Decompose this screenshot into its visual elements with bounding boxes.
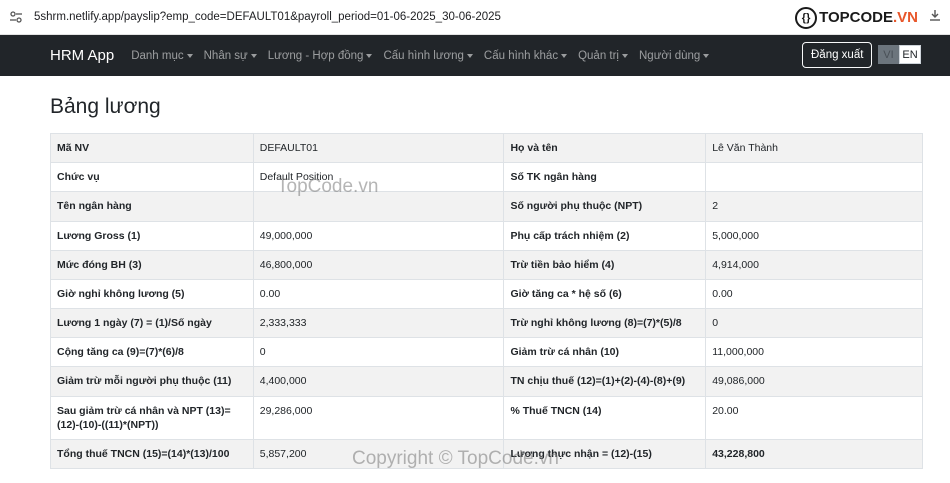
row-value: 43,228,800 bbox=[705, 438, 923, 470]
row-label: Trừ nghỉ không lương (8)=(7)*(5)/8 bbox=[503, 308, 707, 339]
row-label: Mã NV bbox=[50, 132, 254, 164]
row-value: 0.00 bbox=[252, 278, 505, 310]
row-value: 4,400,000 bbox=[252, 366, 505, 397]
row-label: Số người phụ thuộc (NPT) bbox=[503, 191, 707, 222]
caret-down-icon bbox=[186, 53, 193, 58]
caret-down-icon bbox=[561, 53, 568, 58]
row-label: Phụ cấp trách nhiệm (2) bbox=[503, 220, 707, 251]
table-row: Tổng thuế TNCN (15)=(14)*(13)/100 5,857,2… bbox=[50, 438, 923, 470]
nav-luong-hop-dong[interactable]: Lương - Hợp đồng bbox=[268, 50, 373, 62]
row-value bbox=[705, 162, 923, 193]
row-label: Sau giảm trừ cá nhân và NPT (13)=(12)-(1… bbox=[50, 395, 254, 440]
row-label: % Thuế TNCN (14) bbox=[503, 395, 707, 440]
nav-cau-hinh-khac[interactable]: Cấu hình khác bbox=[484, 50, 568, 62]
row-value: 46,800,000 bbox=[252, 249, 505, 280]
row-value: 29,286,000 bbox=[252, 395, 505, 440]
table-row: Lương 1 ngày (7) = (1)/Số ngày 2,333,333 T… bbox=[50, 308, 923, 339]
row-label: Cộng tăng ca (9)=(7)*(6)/8 bbox=[50, 337, 254, 368]
app-brand[interactable]: HRM App bbox=[50, 47, 114, 64]
row-value: 5,000,000 bbox=[705, 220, 923, 251]
table-row: Mức đóng BH (3) 46,800,000 Trừ tiền bảo hi… bbox=[50, 249, 923, 280]
row-label: Trừ tiền bảo hiểm (4) bbox=[503, 249, 707, 280]
nav-danh-muc[interactable]: Danh mục bbox=[131, 50, 193, 62]
row-label: Tổng thuế TNCN (15)=(14)*(13)/100 bbox=[50, 438, 254, 470]
row-label: Số TK ngân hàng bbox=[503, 162, 707, 193]
payslip-table: Mã NV DEFAULT01 Họ và tên Lê Văn Thành Chức … bbox=[50, 132, 923, 470]
topcode-logo-icon: {} bbox=[795, 6, 818, 29]
page-title: Bảng lương bbox=[50, 95, 161, 118]
caret-down-icon bbox=[250, 53, 257, 58]
table-row: Lương Gross (1) 49,000,000 Phụ cấp trách n… bbox=[50, 220, 923, 251]
url-text[interactable]: 5shrm.netlify.app/payslip?emp_code=DEFAU… bbox=[34, 11, 501, 23]
topcode-logo: {} TOPCODE.VN bbox=[795, 6, 918, 29]
row-label: Giảm trừ mỗi người phụ thuộc (11) bbox=[50, 366, 254, 397]
row-label: TN chịu thuế (12)=(1)+(2)-(4)-(8)+(9) bbox=[503, 366, 707, 397]
row-value: DEFAULT01 bbox=[252, 132, 505, 164]
caret-down-icon bbox=[622, 53, 628, 58]
topcode-logo-text: TOPCODE.VN bbox=[819, 9, 918, 26]
nav-nguoi-dung[interactable]: Người dùng bbox=[639, 50, 710, 62]
table-row: Sau giảm trừ cá nhân và NPT (13)=(12)-(1… bbox=[50, 395, 923, 440]
table-row: Tên ngân hàng Số người phụ thuộc (NPT) 2 bbox=[50, 191, 923, 222]
row-label: Lương Gross (1) bbox=[50, 220, 254, 251]
nav-quan-tri[interactable]: Quản trị bbox=[578, 50, 628, 62]
row-label: Tên ngân hàng bbox=[50, 191, 254, 222]
row-value: 11,000,000 bbox=[705, 337, 923, 368]
caret-down-icon bbox=[703, 53, 710, 58]
caret-down-icon bbox=[466, 53, 473, 58]
row-value: 20.00 bbox=[705, 395, 923, 440]
caret-down-icon bbox=[366, 53, 373, 58]
row-value: 49,086,000 bbox=[705, 366, 923, 397]
row-label: Giờ nghỉ không lương (5) bbox=[50, 278, 254, 310]
top-navbar: HRM App Danh mục Nhân sự Lương - Hợp đồn… bbox=[0, 35, 950, 76]
nav-cau-hinh-luong[interactable]: Cấu hình lương bbox=[383, 50, 473, 62]
lang-en-button[interactable]: EN bbox=[899, 45, 921, 64]
row-value: 0 bbox=[705, 308, 923, 339]
nav-nhan-su[interactable]: Nhân sự bbox=[204, 50, 257, 62]
lang-vi-button[interactable]: VI bbox=[878, 45, 899, 64]
row-label: Lương 1 ngày (7) = (1)/Số ngày bbox=[50, 308, 254, 339]
row-label: Chức vụ bbox=[50, 162, 254, 193]
table-row: Cộng tăng ca (9)=(7)*(6)/8 0 Giảm trừ cá n… bbox=[50, 337, 923, 368]
main-content: Bảng lương Mã NV DEFAULT01 Họ và tên Lê Văn… bbox=[0, 95, 950, 470]
row-value: 2,333,333 bbox=[252, 308, 505, 339]
language-switch: VI EN bbox=[878, 45, 921, 64]
row-label: Lương thực nhận = (12)-(15) bbox=[503, 438, 707, 470]
browser-address-bar: 5shrm.netlify.app/payslip?emp_code=DEFAU… bbox=[0, 0, 950, 35]
row-value: 0 bbox=[252, 337, 505, 368]
row-value: 2 bbox=[705, 191, 923, 222]
table-row: Giờ nghỉ không lương (5) 0.00 Giờ tăng ca … bbox=[50, 278, 923, 310]
row-label: Họ và tên bbox=[503, 132, 707, 164]
row-value: 0.00 bbox=[705, 278, 923, 310]
logout-button[interactable]: Đăng xuất bbox=[802, 42, 873, 68]
table-row: Chức vụ Default Position Số TK ngân hàng bbox=[50, 162, 923, 193]
download-icon[interactable] bbox=[928, 8, 942, 27]
site-settings-icon[interactable] bbox=[8, 9, 24, 25]
table-row: Mã NV DEFAULT01 Họ và tên Lê Văn Thành bbox=[50, 132, 923, 164]
row-value: 5,857,200 bbox=[252, 438, 505, 470]
row-value: Lê Văn Thành bbox=[705, 132, 923, 164]
row-value: 49,000,000 bbox=[252, 220, 505, 251]
row-label: Mức đóng BH (3) bbox=[50, 249, 254, 280]
row-value: 4,914,000 bbox=[705, 249, 923, 280]
row-label: Giờ tăng ca * hệ số (6) bbox=[503, 278, 707, 310]
table-row: Giảm trừ mỗi người phụ thuộc (11) 4,400,0… bbox=[50, 366, 923, 397]
row-value: Default Position bbox=[252, 162, 505, 193]
row-label: Giảm trừ cá nhân (10) bbox=[503, 337, 707, 368]
row-value bbox=[252, 191, 505, 222]
